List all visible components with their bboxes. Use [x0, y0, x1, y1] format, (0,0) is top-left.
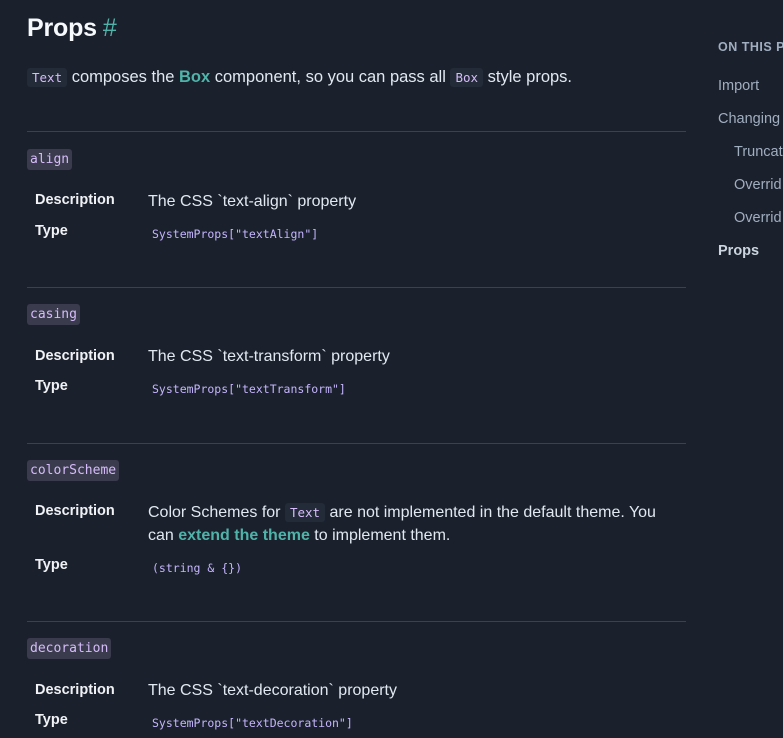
type-label: Type — [35, 223, 68, 239]
page-title: Props # — [27, 14, 117, 43]
extend-the-theme-link[interactable]: extend the theme — [178, 527, 310, 544]
heading-anchor-link[interactable]: # — [103, 14, 117, 42]
type-value: SystemProps["textAlign"] — [152, 227, 319, 241]
description-code-text: Text — [284, 503, 326, 522]
description-label: Description — [35, 503, 115, 519]
prop-name: decoration — [27, 638, 112, 659]
toc-item-override-2[interactable]: Overrid — [734, 210, 782, 226]
description-label: Description — [35, 682, 115, 698]
prop-name: colorScheme — [27, 460, 120, 481]
toc-item-changing[interactable]: Changing — [718, 111, 780, 127]
type-value: SystemProps["textDecoration"] — [152, 716, 353, 730]
page-title-text: Props — [27, 14, 97, 42]
intro-paragraph: Text composes the Box component, so you … — [27, 68, 572, 87]
description-value: The CSS `text-align` property — [148, 193, 357, 210]
toc-item-props[interactable]: Props — [718, 243, 759, 259]
intro-text-2: component, so you can pass all — [210, 68, 451, 86]
type-label: Type — [35, 557, 68, 573]
divider — [27, 443, 686, 444]
type-value: (string & {}) — [152, 561, 243, 575]
type-value: SystemProps["textTransform"] — [152, 382, 346, 396]
intro-text-1: composes the — [67, 68, 179, 86]
prop-name: casing — [27, 304, 80, 325]
toc-item-truncate[interactable]: Truncat — [734, 144, 783, 160]
divider — [27, 287, 686, 288]
intro-code-box: Box — [450, 68, 484, 87]
prop-name: align — [27, 149, 73, 170]
type-label: Type — [35, 378, 68, 394]
type-label: Type — [35, 712, 68, 728]
prop-casing: casing Description The CSS `text-transfo… — [27, 304, 686, 404]
prop-align: align Description The CSS `text-align` p… — [27, 149, 686, 249]
box-link[interactable]: Box — [179, 68, 210, 86]
description-label: Description — [35, 348, 115, 364]
description-text: to implement them. — [309, 527, 451, 544]
toc-heading: ON THIS PA — [718, 40, 783, 54]
table-of-contents: ON THIS PA Import Changing Truncat Overr… — [718, 0, 783, 738]
toc-item-override-1[interactable]: Overrid — [734, 177, 782, 193]
description-value: Color Schemes for Text are not implement… — [148, 501, 678, 547]
divider — [27, 131, 686, 132]
intro-code-text: Text — [27, 68, 68, 87]
description-label: Description — [35, 192, 115, 208]
intro-text-3: style props. — [483, 68, 573, 86]
toc-item-import[interactable]: Import — [718, 78, 759, 94]
description-value: The CSS `text-transform` property — [148, 348, 390, 365]
divider — [27, 621, 686, 622]
prop-colorscheme: colorScheme Description Color Schemes fo… — [27, 460, 686, 590]
description-value: The CSS `text-decoration` property — [148, 682, 397, 699]
prop-decoration: decoration Description The CSS `text-dec… — [27, 638, 686, 738]
description-text: Color Schemes for — [148, 504, 285, 521]
